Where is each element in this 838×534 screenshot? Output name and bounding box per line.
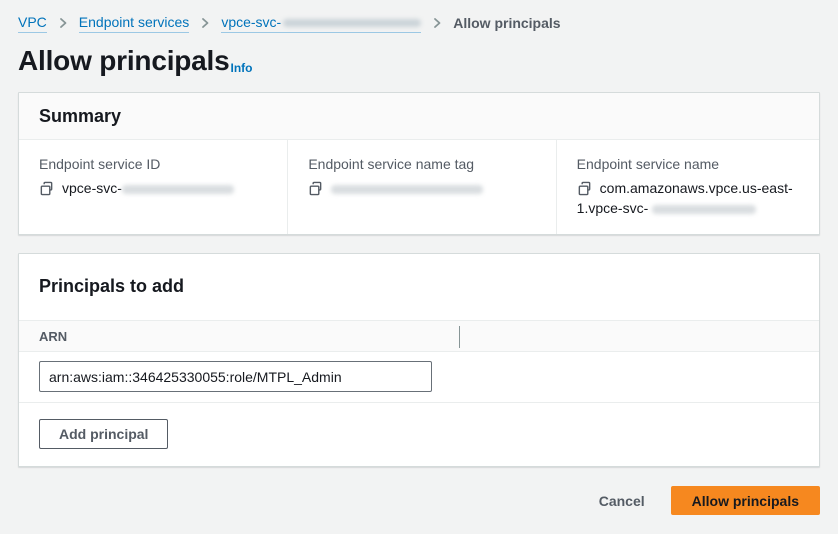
arn-input-row (19, 352, 819, 403)
breadcrumb-label: vpce-svc- (221, 13, 281, 32)
summary-field-endpoint-service-name-tag: Endpoint service name tag (287, 140, 555, 234)
breadcrumb-current: Allow principals (453, 14, 560, 33)
field-label: Endpoint service ID (39, 155, 269, 173)
allow-principals-button[interactable]: Allow principals (671, 486, 820, 515)
redacted-text (331, 185, 483, 194)
field-value (308, 178, 537, 198)
field-value: com.amazonaws.vpce.us-east-1.vpce-svc- (577, 178, 801, 218)
footer-actions: Cancel Allow principals (18, 486, 820, 515)
info-link[interactable]: Info (231, 61, 253, 75)
field-label: Endpoint service name tag (308, 155, 537, 173)
add-principal-row: Add principal (19, 403, 819, 466)
copy-icon[interactable] (308, 181, 323, 196)
redacted-text (122, 185, 234, 194)
principals-card: Principals to add ARN Add principal (18, 253, 820, 467)
field-value-text: vpce-svc- (62, 180, 122, 196)
breadcrumb-chevron-icon (200, 17, 210, 29)
breadcrumb-link-vpc[interactable]: VPC (18, 13, 47, 33)
principals-title: Principals to add (39, 275, 799, 297)
page: VPC Endpoint services vpce-svc- Allow pr… (0, 0, 838, 515)
arn-table-header: ARN (19, 320, 819, 352)
cancel-button[interactable]: Cancel (599, 493, 645, 509)
field-label: Endpoint service name (577, 155, 801, 173)
page-title-row: Allow principals Info (18, 44, 820, 78)
breadcrumb-link-endpoint-service-id[interactable]: vpce-svc- (221, 13, 421, 33)
breadcrumb-chevron-icon (432, 17, 442, 29)
summary-card: Summary Endpoint service ID vpce-svc- En… (18, 92, 820, 235)
breadcrumb-chevron-icon (58, 17, 68, 29)
field-value: vpce-svc- (39, 178, 269, 198)
redacted-text (652, 205, 756, 214)
page-title: Allow principals (18, 44, 230, 78)
copy-icon[interactable] (39, 181, 54, 196)
copy-icon[interactable] (577, 181, 592, 196)
summary-field-endpoint-service-id: Endpoint service ID vpce-svc- (19, 140, 287, 234)
arn-column-header: ARN (39, 329, 67, 344)
redacted-text (283, 19, 421, 27)
summary-card-header: Summary (19, 93, 819, 140)
add-principal-button[interactable]: Add principal (39, 419, 168, 449)
breadcrumb: VPC Endpoint services vpce-svc- Allow pr… (18, 13, 820, 33)
summary-title: Summary (39, 105, 799, 127)
breadcrumb-link-endpoint-services[interactable]: Endpoint services (79, 13, 190, 33)
column-resize-divider[interactable] (459, 326, 460, 348)
summary-field-endpoint-service-name: Endpoint service name com.amazonaws.vpce… (556, 140, 819, 234)
arn-input[interactable] (39, 361, 432, 392)
principals-card-header: Principals to add (19, 254, 819, 320)
summary-grid: Endpoint service ID vpce-svc- Endpoint s… (19, 140, 819, 234)
